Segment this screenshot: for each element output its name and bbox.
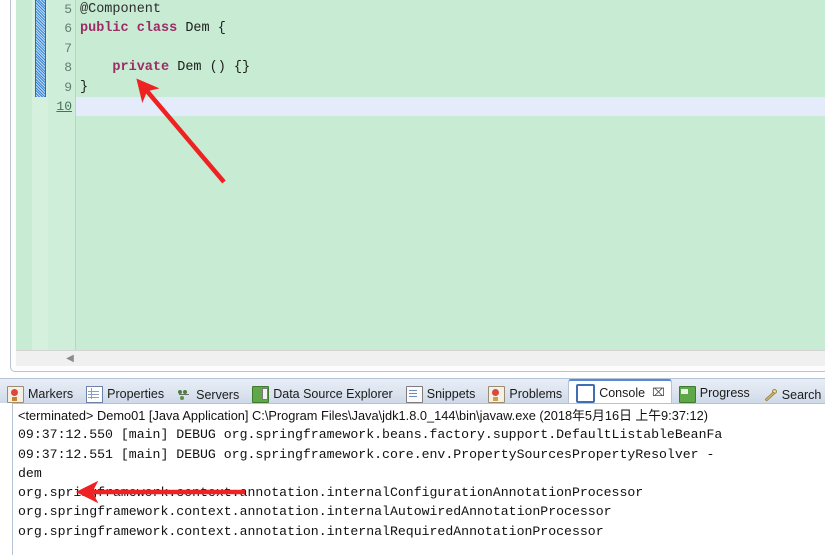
console-view[interactable]: <terminated> Demo01 [Java Application] C… — [12, 403, 825, 555]
tab-search[interactable]: Search — [756, 383, 825, 404]
tab-label: Console — [599, 385, 646, 400]
code-line[interactable] — [76, 96, 825, 117]
console-launch-header: <terminated> Demo01 [Java Application] C… — [18, 408, 708, 423]
tab-label: Markers — [28, 387, 74, 401]
console-line: 09:37:12.551 [main] DEBUG org.springfram… — [18, 446, 723, 462]
view-tab-bar: Markers Properties Servers Data Source Expl… — [0, 378, 825, 403]
data-source-icon — [252, 385, 270, 403]
tab-console[interactable]: Console ⌧ — [568, 379, 672, 403]
eclipse-ide-screenshot: 5 6 7 8 9 10 @Component public class Dem { pri… — [0, 0, 825, 555]
line-number-ruler: 5 6 7 8 9 10 — [48, 0, 75, 350]
scroll-left-arrow-icon[interactable]: ◀ — [64, 353, 76, 365]
code-keyword: class — [136, 21, 178, 37]
tab-label: Data Source Explorer — [273, 387, 393, 401]
tab-servers[interactable]: Servers — [170, 383, 245, 404]
code-line[interactable]: } — [76, 78, 825, 97]
code-text: } — [80, 79, 89, 95]
tab-data-source-explorer[interactable]: Data Source Explorer — [245, 382, 399, 404]
editor-text-surface[interactable]: 5 6 7 8 9 10 @Component public class Dem { pri… — [16, 0, 825, 350]
close-icon[interactable]: ⌧ — [652, 386, 665, 399]
tab-progress[interactable]: Progress — [672, 381, 756, 404]
properties-icon — [86, 385, 104, 403]
code-text: Dem { — [177, 21, 226, 37]
snippets-icon — [405, 385, 423, 403]
line-number: 8 — [64, 60, 72, 76]
tab-label: Progress — [699, 386, 750, 400]
code-line[interactable] — [76, 39, 825, 58]
console-output-text: <terminated> Demo01 [Java Application] C… — [18, 406, 825, 541]
line-number: 6 — [64, 21, 72, 37]
line-number: 7 — [64, 40, 72, 56]
console-line: dem — [18, 465, 42, 481]
console-icon — [576, 383, 596, 403]
tab-label: Problems — [509, 387, 563, 401]
tab-properties[interactable]: Properties — [79, 382, 170, 404]
code-line[interactable]: public class Dem { — [76, 19, 825, 38]
code-text: Dem () {} — [169, 60, 251, 76]
source-code-area[interactable]: @Component public class Dem { private Dem… — [76, 0, 825, 350]
console-line: org.springframework.context.annotation.i… — [18, 485, 644, 501]
tab-label: Search — [781, 388, 822, 402]
code-keyword: private — [112, 60, 170, 76]
code-line[interactable]: private Dem () {} — [76, 58, 825, 77]
java-editor: 5 6 7 8 9 10 @Component public class Dem { pri… — [0, 0, 825, 372]
tab-problems[interactable]: Problems — [481, 382, 568, 404]
tab-label: Snippets — [426, 387, 476, 401]
line-number: 9 — [64, 79, 72, 95]
code-line[interactable]: @Component — [76, 0, 825, 19]
code-keyword: public — [80, 21, 129, 37]
editor-horizontal-scrollbar[interactable]: ◀ — [16, 350, 825, 366]
console-line: org.springframework.context.annotation.i… — [18, 523, 604, 539]
code-annotation: @Component — [80, 2, 162, 17]
marker-icon — [7, 385, 24, 403]
search-icon — [763, 388, 778, 403]
tab-label: Properties — [107, 387, 165, 401]
progress-icon — [678, 385, 696, 403]
bottom-view-stack: Markers Properties Servers Data Source Expl… — [0, 378, 825, 555]
console-line: org.springframework.context.annotation.i… — [18, 504, 612, 520]
line-number: 5 — [64, 2, 72, 17]
unsaved-change-bar — [35, 0, 46, 97]
problems-icon — [488, 385, 506, 403]
console-line: 09:37:12.550 [main] DEBUG org.springfram… — [18, 427, 723, 443]
tab-label: Servers — [196, 388, 240, 402]
tab-snippets[interactable]: Snippets — [399, 382, 482, 404]
line-number: 10 — [56, 98, 72, 114]
tab-markers[interactable]: Markers — [0, 382, 79, 404]
servers-icon — [177, 388, 192, 403]
